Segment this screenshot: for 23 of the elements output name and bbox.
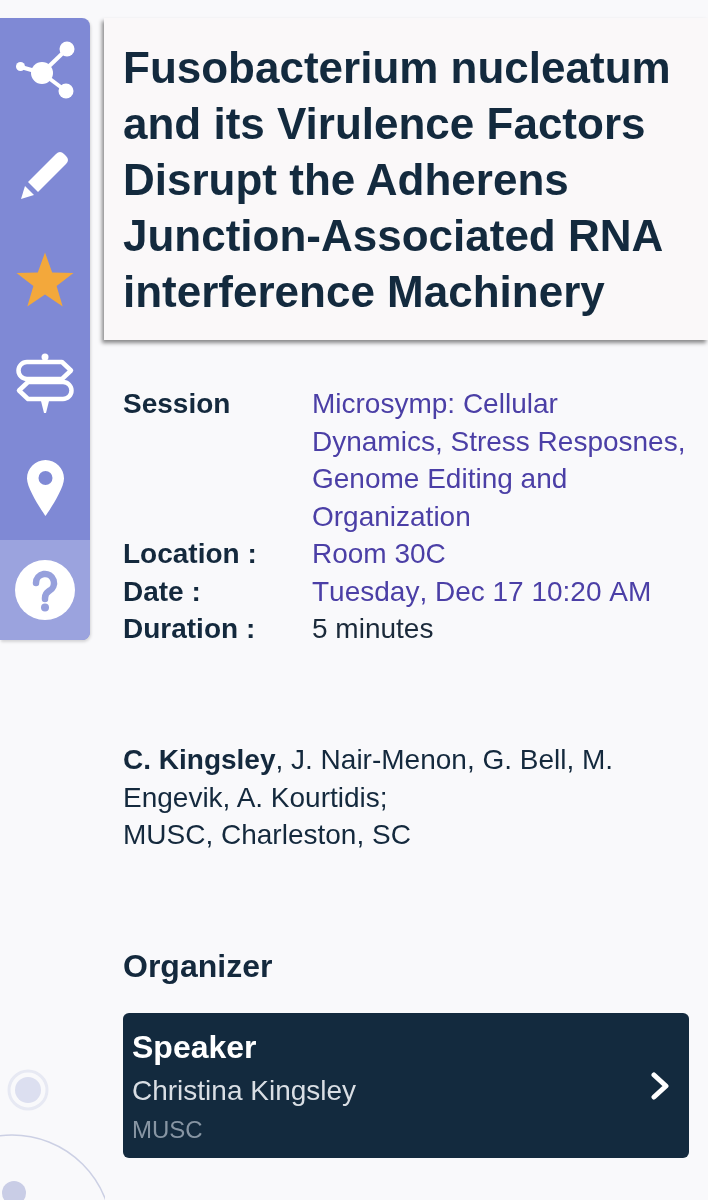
detail-link[interactable]: Microsymp: Cellular Dynamics, Stress Resposnes, Genome Editing and Organization	[312, 385, 690, 535]
help-button[interactable]	[0, 540, 90, 640]
detail-label: Location :	[123, 537, 257, 571]
detail-label: Duration :	[123, 612, 256, 646]
help-icon	[15, 560, 75, 620]
person-institution: MUSC	[132, 1114, 203, 1145]
detail-link[interactable]: Tuesday, Dec 17 10:20 AM	[312, 572, 652, 610]
detail-label: Date :	[123, 574, 201, 609]
pencil-icon[interactable]	[20, 149, 70, 200]
share-icon[interactable]	[15, 41, 75, 100]
abstract-title: Fusobacterium nucleatum and its Virulence Factors Disrupt the Adherens Junction-Associated RNA interference Machinery	[123, 42, 672, 318]
chevron-right-icon	[651, 1072, 669, 1101]
person-role: Speaker	[132, 1027, 257, 1067]
detail-link[interactable]: Room 30C	[312, 535, 446, 573]
detail-label: Session	[123, 387, 231, 421]
detail-value: 5 minutes	[312, 612, 434, 646]
organizer-card[interactable]: Speaker Christina Kingsley MUSC	[123, 1012, 689, 1158]
affiliation: MUSC, Charleston, SC	[123, 818, 411, 853]
map-pin-icon[interactable]	[26, 459, 64, 516]
author-list: C. Kingsley, J. Nair-Menon, G. Bell, M. Engevik, A. Kourtidis;	[123, 741, 689, 817]
signpost-icon[interactable]	[15, 353, 75, 414]
person-name: Christina Kingsley	[132, 1073, 357, 1108]
section-heading: Organizer	[123, 946, 273, 986]
